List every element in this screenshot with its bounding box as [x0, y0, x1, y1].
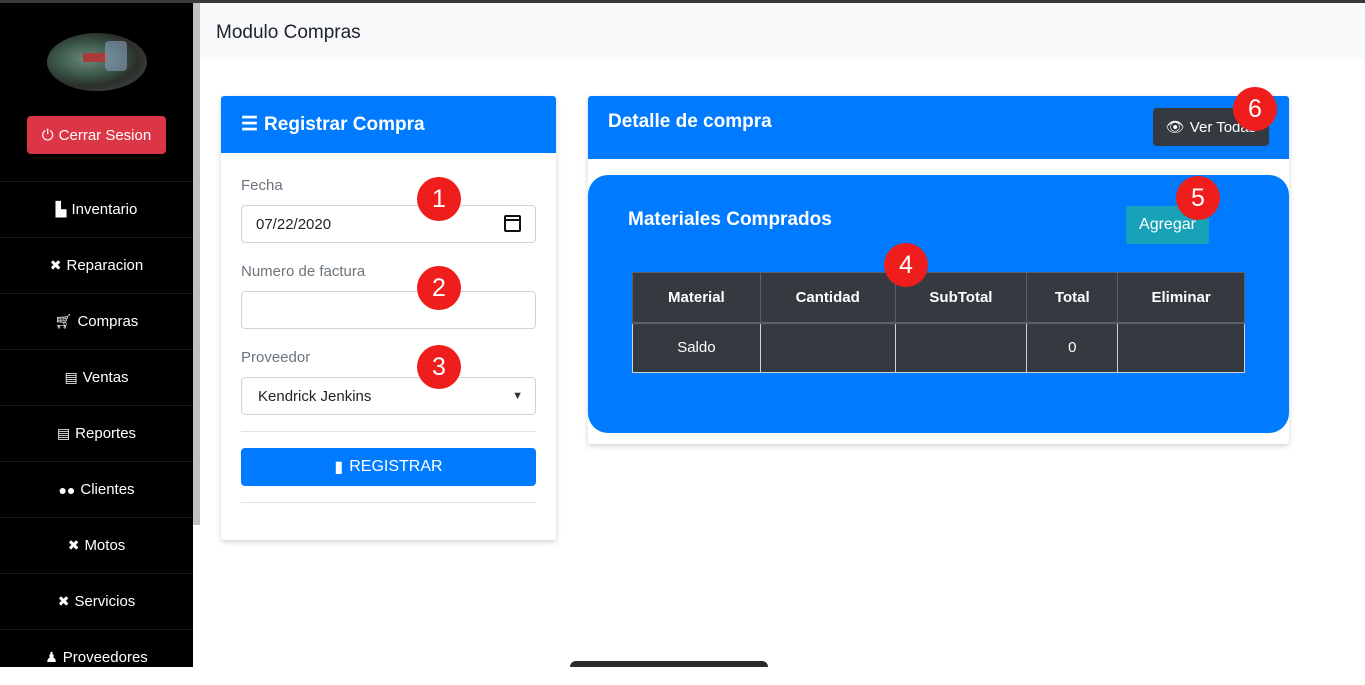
materials-table: Material Cantidad SubTotal Total Elimina… — [632, 272, 1245, 373]
fecha-label: Fecha — [241, 177, 283, 194]
divider — [241, 431, 536, 432]
proveedor-selected-value: Kendrick Jenkins — [258, 387, 372, 405]
purchase-detail-card: Detalle de compra 👁︎ Ver Todas Materiale… — [588, 96, 1289, 444]
cash-register-icon: ▤ — [56, 425, 71, 441]
sidebar-item-clientes[interactable]: ●● Clientes — [0, 461, 193, 517]
sidebar-item-label: Reportes — [75, 425, 137, 442]
sidebar-item-reparacion[interactable]: ✖ Reparacion — [0, 237, 193, 293]
table-cell — [759, 322, 896, 373]
user-tie-icon: ♟ — [45, 649, 58, 665]
sidebar-item-reportes[interactable]: ▤ Reportes — [0, 405, 193, 461]
annotation-marker-3: 3 — [417, 345, 461, 389]
sidebar-item-label: Inventario — [71, 201, 138, 218]
materials-title: Materiales Comprados — [628, 209, 832, 230]
divider — [241, 502, 536, 503]
tools-icon: ✖ — [49, 257, 62, 273]
register-button[interactable]: ▮ REGISTRAR — [241, 448, 536, 486]
file-icon: ▮ — [334, 459, 344, 476]
avatar — [47, 33, 147, 91]
warehouse-icon: ▙ — [55, 201, 67, 217]
sidebar-item-servicios[interactable]: ✖ Servicios — [0, 573, 193, 629]
table-cell: 0 — [1026, 322, 1119, 373]
sidebar-item-label: Compras — [77, 313, 139, 330]
sidebar-item-label: Reparacion — [66, 257, 144, 274]
users-icon: ●● — [58, 481, 76, 498]
factura-input[interactable] — [241, 291, 536, 329]
logout-button[interactable]: ⏻ Cerrar Sesion — [27, 116, 166, 154]
annotation-marker-6: 6 — [1233, 87, 1277, 131]
card-title: Detalle de compra — [608, 111, 772, 132]
power-icon: ⏻ — [41, 126, 54, 144]
fecha-date-input[interactable]: 07/22/2020 — [241, 205, 536, 243]
proveedor-label: Proveedor — [241, 349, 311, 366]
column-header: Cantidad — [759, 272, 896, 324]
table-row: Saldo 0 — [632, 322, 1245, 373]
register-purchase-card: ☰ Registrar Compra Fecha 07/22/2020 Nume… — [221, 96, 556, 540]
sidebar-item-label: Clientes — [80, 481, 135, 498]
sidebar: ⏻ Cerrar Sesion ▙ Inventario ✖ Reparacio… — [0, 3, 193, 667]
menu-bars-icon: ☰ — [241, 114, 259, 135]
page-title: Modulo Compras — [216, 22, 361, 43]
sidebar-item-label: Motos — [84, 537, 126, 554]
tools-icon: ✖ — [57, 593, 70, 609]
column-header: Total — [1026, 272, 1119, 324]
annotation-marker-2: 2 — [417, 266, 461, 310]
table-cell — [894, 322, 1028, 373]
sidebar-scrollbar[interactable] — [193, 3, 200, 525]
annotation-marker-4: 4 — [884, 243, 928, 287]
table-cell: Saldo — [632, 322, 761, 373]
factura-label: Numero de factura — [241, 263, 366, 280]
calendar-icon[interactable] — [504, 215, 521, 232]
sidebar-item-compras[interactable]: 🛒︎ Compras — [0, 293, 193, 349]
sidebar-item-label: Proveedores — [62, 649, 148, 666]
page-header: Modulo Compras — [200, 3, 1365, 59]
table-cell — [1117, 322, 1245, 373]
eye-icon: 👁︎ — [1165, 119, 1185, 136]
proveedor-select[interactable]: Kendrick Jenkins ▼ — [241, 377, 536, 415]
bottom-edge-bar — [570, 661, 768, 667]
register-button-label: REGISTRAR — [349, 458, 443, 475]
annotation-marker-5: 5 — [1176, 176, 1220, 220]
cart-icon: 🛒︎ — [54, 313, 73, 329]
card-title: Registrar Compra — [264, 113, 425, 135]
table-header-row: Material Cantidad SubTotal Total Elimina… — [632, 272, 1245, 324]
sidebar-item-motos[interactable]: ✖ Motos — [0, 517, 193, 573]
fecha-value: 07/22/2020 — [256, 215, 332, 233]
chevron-down-icon: ▼ — [512, 390, 523, 402]
card-header: ☰ Registrar Compra — [221, 96, 556, 153]
card-header: Detalle de compra 👁︎ Ver Todas — [588, 96, 1289, 159]
cash-register-icon: ▤ — [64, 369, 78, 385]
sidebar-item-inventario[interactable]: ▙ Inventario — [0, 181, 193, 237]
sidebar-item-proveedores[interactable]: ♟ Proveedores — [0, 629, 193, 685]
sidebar-item-ventas[interactable]: ▤ Ventas — [0, 349, 193, 405]
tools-icon: ✖ — [67, 537, 80, 553]
column-header: Material — [632, 272, 761, 324]
sidebar-item-label: Servicios — [74, 593, 136, 610]
logout-label: Cerrar Sesion — [58, 126, 152, 144]
column-header: Eliminar — [1117, 272, 1245, 324]
sidebar-item-label: Ventas — [82, 369, 129, 386]
annotation-marker-1: 1 — [417, 177, 461, 221]
